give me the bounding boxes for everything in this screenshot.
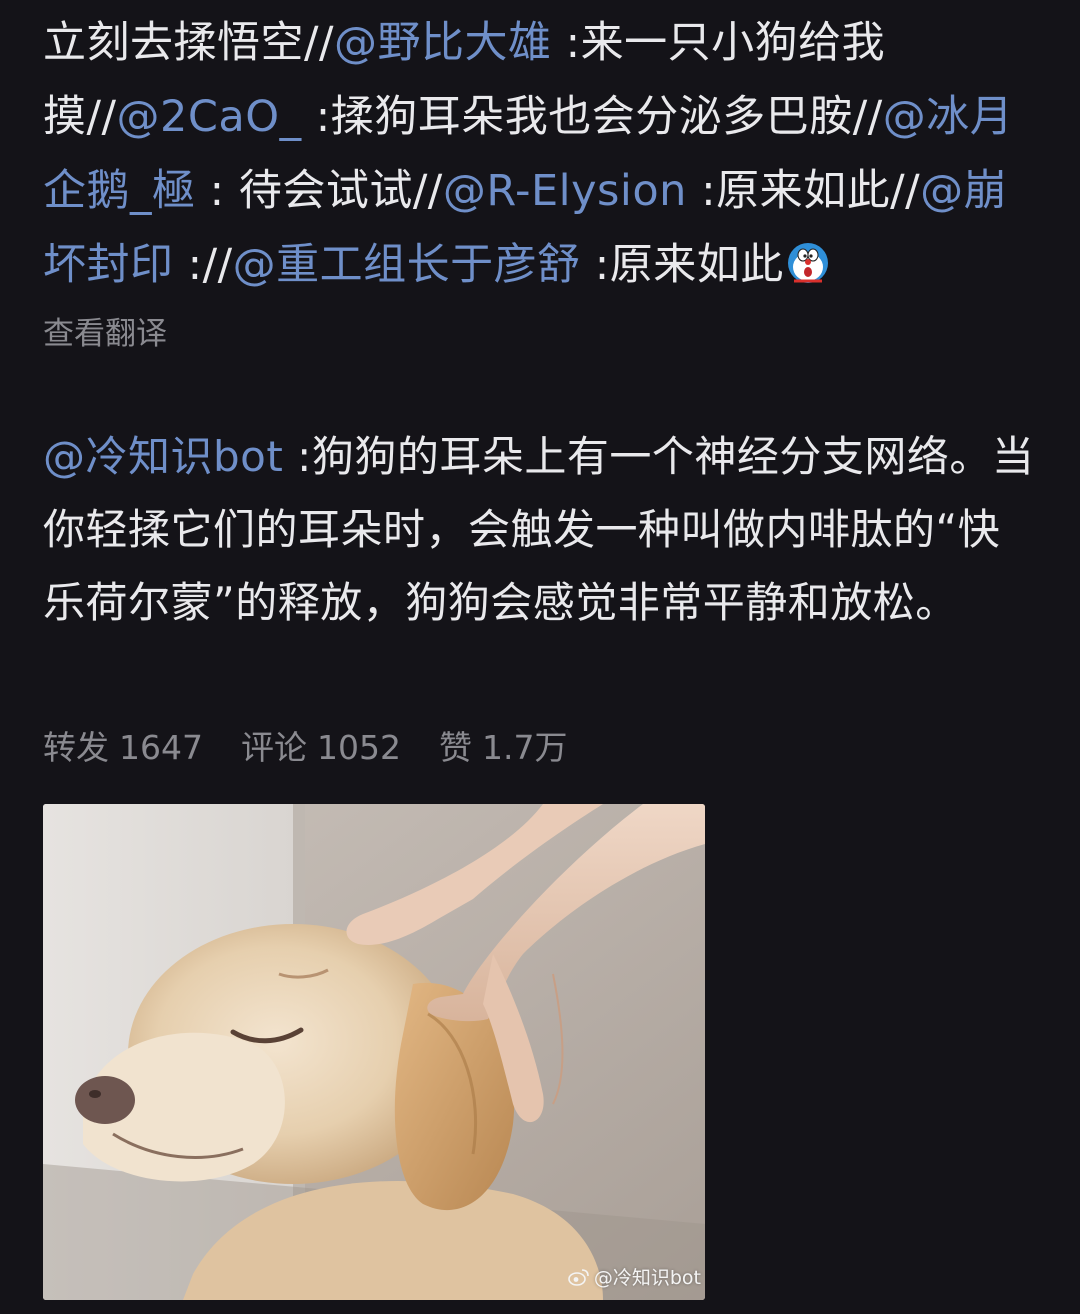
- post-photo[interactable]: @冷知识bot: [43, 804, 705, 1300]
- repost-stat[interactable]: 转发 1647: [43, 726, 203, 770]
- repost-label: 转发: [43, 728, 109, 767]
- original-post-text: @冷知识bot :狗狗的耳朵上有一个神经分支网络。当你轻揉它们的耳朵时，会触发一…: [43, 420, 1040, 639]
- comment-count: 1052: [316, 728, 401, 767]
- repost-count: 1647: [119, 728, 203, 767]
- repost-text-segment: : 待会试试//: [195, 166, 443, 216]
- repost-text-segment: :原来如此: [580, 240, 784, 290]
- weibo-logo-icon: [568, 1268, 589, 1286]
- repost-text-segment: :原来如此//: [686, 166, 921, 216]
- original-author-mention[interactable]: @冷知识bot: [43, 432, 283, 481]
- repost-text-segment: ://: [173, 240, 233, 290]
- watermark-text: @冷知识bot: [593, 1267, 701, 1289]
- post-stats-bar: 转发 1647 评论 1052 赞 1.7万: [43, 726, 1040, 770]
- weibo-repost-screen: 立刻去揉悟空//@野比大雄 :来一只小狗给我摸//@2CaO_ :揉狗耳朵我也会…: [0, 0, 1080, 1314]
- comment-label: 评论: [240, 728, 307, 767]
- user-mention[interactable]: @2CaO_: [116, 92, 301, 142]
- user-mention[interactable]: @重工组长于彦舒: [233, 240, 581, 290]
- photo-watermark: @冷知识bot: [568, 1263, 701, 1290]
- translate-link[interactable]: 查看翻译: [43, 314, 1040, 354]
- repost-chain-text: 立刻去揉悟空//@野比大雄 :来一只小狗给我摸//@2CaO_ :揉狗耳朵我也会…: [43, 6, 1040, 302]
- user-mention[interactable]: @R-Elysion: [443, 166, 687, 216]
- like-label: 赞: [438, 728, 472, 767]
- repost-text-segment: 立刻去揉悟空//: [43, 18, 334, 68]
- user-mention[interactable]: @野比大雄: [334, 18, 552, 68]
- dog-ear-rub-photo: [43, 804, 705, 1300]
- comment-stat[interactable]: 评论 1052: [241, 726, 401, 770]
- doraemon-emoji-icon: [787, 243, 828, 283]
- like-stat[interactable]: 赞 1.7万: [439, 726, 567, 770]
- like-count: 1.7万: [481, 728, 568, 767]
- repost-text-segment: :揉狗耳朵我也会分泌多巴胺//: [301, 92, 883, 142]
